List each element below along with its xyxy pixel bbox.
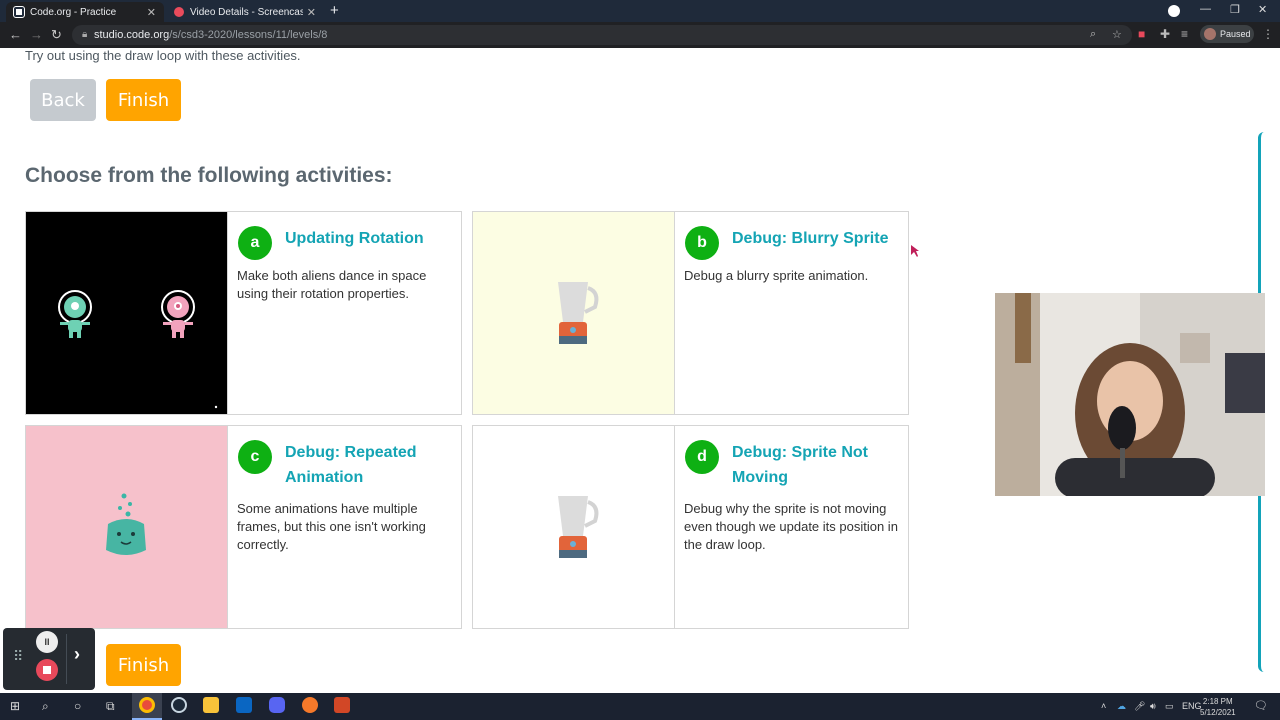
activity-description: Debug why the sprite is not moving even … (684, 501, 898, 552)
webcam-overlay (995, 293, 1265, 496)
bookmark-star-icon[interactable]: ☆ (1112, 28, 1122, 41)
green-alien-icon (58, 290, 92, 338)
back-button[interactable]: Back (30, 79, 96, 121)
browser-tab-strip: Code.org - Practice ✕ Video Details - Sc… (0, 0, 1280, 22)
presenter-video-feed (995, 293, 1265, 496)
thumbnail-teal-blob (26, 426, 228, 628)
lock-icon: 🔒︎ (82, 29, 88, 40)
blender-app-icon[interactable] (302, 697, 318, 713)
extensions-puzzle-icon[interactable]: ✚ (1160, 27, 1170, 41)
activity-title[interactable]: Debug: Sprite Not Moving (732, 440, 902, 490)
task-view-icon[interactable]: ⧉ (106, 699, 115, 714)
show-hidden-icons-icon[interactable]: ˄ (1101, 701, 1106, 711)
activity-description: Debug a blurry sprite animation. (684, 268, 869, 283)
address-bar[interactable]: 🔒︎ studio.code.org/s/csd3-2020/lessons/1… (72, 25, 1132, 45)
tab-title: Video Details - Screencastify (190, 6, 303, 18)
mouse-cursor-icon (911, 245, 919, 257)
activity-letter-badge: c (238, 440, 272, 474)
screencastify-extension-icon[interactable]: ■ (1138, 27, 1145, 41)
screencastify-recorder-controls: ⠿ II › (3, 628, 95, 690)
system-clock[interactable]: 2:18 PM 5/12/2021 (1200, 696, 1236, 718)
activity-description: Make both aliens dance in space using th… (237, 268, 427, 301)
thumbnail-blender (473, 212, 675, 414)
activity-title[interactable]: Updating Rotation (285, 226, 455, 251)
activities-heading: Choose from the following activities: (25, 164, 393, 187)
activity-title[interactable]: Debug: Repeated Animation (285, 440, 455, 490)
reload-icon[interactable]: ↻ (51, 27, 62, 43)
finish-button-bottom[interactable]: Finish (106, 644, 181, 686)
file-explorer-icon[interactable] (203, 697, 219, 713)
discord-app-icon[interactable] (269, 697, 285, 713)
thumbnail-aliens (26, 212, 228, 414)
cortana-icon[interactable]: ○ (74, 699, 81, 713)
language-indicator[interactable]: ENG (1182, 701, 1202, 711)
zoom-icon[interactable]: ⌕ (1090, 28, 1096, 41)
volume-icon[interactable]: 🔊︎ (1150, 701, 1156, 712)
activity-letter-badge: b (685, 226, 719, 260)
divider (66, 634, 67, 684)
activity-title[interactable]: Debug: Blurry Sprite (732, 226, 902, 251)
intro-text: Try out using the draw loop with these a… (25, 48, 301, 63)
activity-card-c[interactable]: c Debug: Repeated Animation Some animati… (25, 425, 462, 629)
profile-status: Paused (1220, 29, 1251, 39)
expand-arrow-icon[interactable]: › (74, 644, 80, 665)
stop-recording-button[interactable] (36, 659, 58, 681)
notifications-icon[interactable]: 🗨︎ (1254, 699, 1268, 712)
pause-recording-button[interactable]: II (36, 631, 58, 653)
teal-blob-illustration (106, 493, 146, 555)
restore-icon[interactable]: ❐ (1230, 3, 1240, 16)
steam-app-icon[interactable] (171, 697, 187, 713)
activity-letter-badge: a (238, 226, 272, 260)
stop-icon (43, 666, 51, 674)
two-aliens-illustration (58, 290, 218, 409)
windows-taskbar: ⊞ ⌕ ○ ⧉ ˄ ☁ 🎤︎ 🔊︎ ▭ ENG 2:18 PM 5/12/202… (0, 693, 1280, 720)
clock-date: 5/12/2021 (1200, 708, 1236, 717)
profile-paused-button[interactable]: Paused (1200, 25, 1254, 43)
close-tab-icon[interactable]: ✕ (307, 6, 316, 19)
back-arrow-icon[interactable]: ← (9, 27, 22, 43)
tab-screencastify[interactable]: Video Details - Screencastify ✕ (166, 2, 324, 22)
close-tab-icon[interactable]: ✕ (147, 6, 156, 19)
activity-letter-badge: d (685, 440, 719, 474)
activity-card-a[interactable]: a Updating Rotation Make both aliens dan… (25, 211, 462, 415)
tab-code-org[interactable]: Code.org - Practice ✕ (6, 2, 164, 22)
search-icon[interactable]: ⌕ (42, 699, 49, 714)
onedrive-icon[interactable]: ☁ (1117, 701, 1126, 712)
close-window-icon[interactable]: ✕ (1258, 3, 1267, 16)
forward-arrow-icon[interactable]: → (30, 27, 43, 43)
tab-title: Code.org - Practice (30, 6, 117, 18)
blender-illustration (558, 496, 599, 558)
windows-start-icon[interactable]: ⊞ (10, 699, 20, 713)
chrome-app-icon[interactable] (139, 697, 155, 713)
network-icon[interactable]: ▭ (1165, 701, 1174, 712)
screencastify-favicon-icon (174, 7, 184, 17)
code-org-favicon-icon (13, 6, 25, 18)
activity-description: Some animations have multiple frames, bu… (237, 501, 426, 552)
finish-button-top[interactable]: Finish (106, 79, 181, 121)
thumbnail-blender (473, 426, 675, 628)
profile-avatar (1204, 28, 1216, 40)
drag-handle-icon[interactable]: ⠿ (13, 648, 23, 665)
microphone-icon[interactable]: 🎤︎ (1134, 701, 1145, 712)
pink-alien-icon (161, 290, 195, 338)
activity-card-b[interactable]: b Debug: Blurry Sprite Debug a blurry sp… (472, 211, 909, 415)
browser-toolbar: ← → ↻ 🔒︎ studio.code.org/s/csd3-2020/les… (0, 22, 1280, 48)
blender-illustration (558, 282, 599, 344)
reading-list-icon[interactable]: ≡ (1181, 27, 1188, 41)
new-tab-button[interactable]: + (330, 2, 339, 20)
url-text: studio.code.org/s/csd3-2020/lessons/11/l… (94, 29, 328, 41)
outlook-app-icon[interactable] (236, 697, 252, 713)
powerpoint-app-icon[interactable] (334, 697, 350, 713)
clock-time: 2:18 PM (1202, 697, 1233, 706)
minimize-icon[interactable]: — (1200, 3, 1211, 15)
browser-menu-icon[interactable]: ⋮ (1262, 27, 1274, 41)
activity-card-d[interactable]: d Debug: Sprite Not Moving Debug why the… (472, 425, 909, 629)
profile-download-icon[interactable] (1168, 5, 1180, 17)
